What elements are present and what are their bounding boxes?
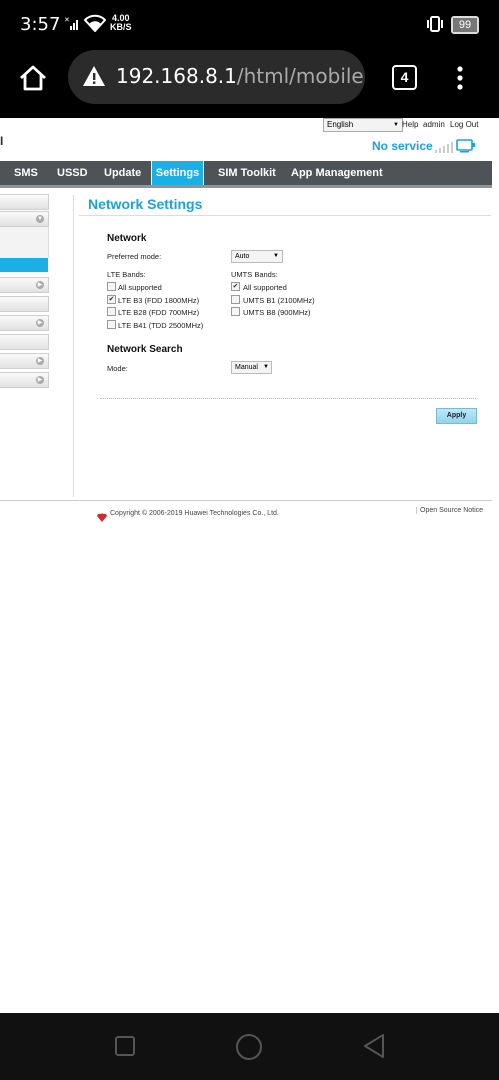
user-link[interactable]: admin [423, 120, 445, 129]
huawei-logo-icon [96, 509, 108, 527]
footer-divider [0, 500, 492, 501]
sidebar-item-active[interactable] [0, 258, 48, 272]
preferred-mode-label: Preferred mode: [107, 252, 162, 261]
warning-icon [82, 65, 106, 92]
network-search-heading: Network Search [107, 344, 183, 355]
home-nav-icon[interactable] [235, 1033, 263, 1066]
content-divider [73, 195, 74, 497]
lte-b28-label: LTE B28 (FDD 700MHz) [118, 308, 200, 317]
chevron-down-icon: ▼ [273, 253, 279, 259]
speed-unit: KB/S [110, 22, 132, 32]
umts-b1-checkbox[interactable] [231, 295, 240, 304]
language-value: English [327, 120, 354, 129]
connection-status: No service [372, 139, 433, 153]
help-link[interactable]: Help [402, 120, 418, 129]
sidebar-item[interactable]: ▶ [0, 353, 49, 369]
lte-all-label: All supported [118, 283, 162, 292]
sidebar-item[interactable]: ▶ [0, 277, 49, 293]
battery-icon: 99 [451, 16, 479, 34]
sidebar-item[interactable] [0, 296, 49, 312]
nav-sms[interactable]: SMS [14, 161, 38, 185]
status-bar: 3:57 ✕ 4.00 KB/S 99 [0, 0, 499, 50]
sidebar-item[interactable] [0, 194, 49, 210]
lte-bands-label: LTE Bands: [107, 270, 146, 279]
vibrate-icon [425, 14, 445, 39]
device-status-icon [456, 139, 476, 158]
copyright-text: Copyright © 2006-2019 Huawei Technologie… [110, 510, 279, 517]
nav-ussd[interactable]: USSD [57, 161, 88, 185]
tab-switcher-button[interactable]: 4 [392, 65, 417, 90]
network-heading: Network [107, 233, 147, 244]
nav-app-management[interactable]: App Management [291, 161, 383, 185]
lte-b3-label: LTE B3 (FDD 1800MHz) [118, 296, 200, 305]
page-title: Network Settings [88, 196, 203, 212]
chevron-right-icon: ▶ [36, 376, 44, 384]
search-mode-select[interactable]: Manual ▼ [231, 361, 272, 374]
nav-underline [0, 185, 492, 188]
apply-button[interactable]: Apply [436, 408, 477, 424]
sidebar-submenu [0, 227, 49, 258]
browser-toolbar: 192.168.8.1/html/mobilene 4 [0, 50, 499, 118]
chevron-right-icon: ▶ [36, 357, 44, 365]
sidebar-item[interactable] [0, 334, 49, 350]
sidebar-item[interactable]: ▼ [0, 211, 49, 227]
battery-level: 99 [453, 18, 477, 32]
lte-all-checkbox[interactable] [107, 282, 116, 291]
preferred-mode-select[interactable]: Auto ▼ [231, 250, 283, 263]
logout-link[interactable]: Log Out [450, 120, 478, 129]
umts-all-label: All supported [243, 283, 287, 292]
nav-sim-toolkit[interactable]: SIM Toolkit [218, 161, 276, 185]
mobile-signal-icon: ✕ [64, 16, 80, 33]
network-speed: 4.00 KB/S [110, 14, 132, 32]
brand-fragment: I [0, 134, 4, 148]
language-select[interactable]: English ▼ [323, 118, 403, 132]
form-separator [100, 398, 476, 399]
url-path: /html/mobilene [236, 64, 365, 88]
clock: 3:57 [20, 14, 61, 35]
back-icon[interactable] [362, 1033, 386, 1064]
home-icon[interactable] [18, 64, 48, 97]
chevron-right-icon: ▶ [36, 319, 44, 327]
lte-b41-label: LTE B41 (TDD 2500MHz) [118, 321, 204, 330]
url-host: 192.168.8.1 [116, 64, 237, 88]
address-bar[interactable]: 192.168.8.1/html/mobilene [68, 50, 365, 104]
chevron-down-icon: ▼ [263, 364, 269, 370]
sidebar-item[interactable]: ▶ [0, 315, 49, 331]
lte-b28-checkbox[interactable] [107, 307, 116, 316]
umts-b1-label: UMTS B1 (2100MHz) [243, 296, 315, 305]
svg-text:✕: ✕ [64, 17, 70, 24]
open-source-link[interactable]: Open Source Notice [416, 507, 483, 514]
search-mode-value: Manual [235, 364, 258, 371]
umts-bands-label: UMTS Bands: [231, 270, 278, 279]
umts-b8-checkbox[interactable] [231, 307, 240, 316]
signal-strength-icon [434, 140, 454, 158]
url-text: 192.168.8.1/html/mobilene [116, 64, 365, 88]
nav-settings[interactable]: Settings [151, 161, 204, 185]
main-nav: SMS USSD Update Settings SIM Toolkit App… [0, 161, 492, 185]
preferred-mode-value: Auto [235, 253, 250, 260]
system-nav-bar [0, 1013, 499, 1080]
chevron-right-icon: ▶ [36, 281, 44, 289]
wifi-icon [83, 14, 107, 37]
chevron-down-icon: ▼ [36, 215, 44, 223]
umts-b8-label: UMTS B8 (900MHz) [243, 308, 311, 317]
sidebar-item[interactable]: ▶ [0, 372, 49, 388]
title-underline [79, 215, 491, 216]
recents-icon[interactable] [114, 1035, 136, 1062]
lte-b3-checkbox[interactable]: ✔ [107, 295, 116, 304]
nav-update[interactable]: Update [104, 161, 141, 185]
umts-all-checkbox[interactable]: ✔ [231, 282, 240, 291]
chevron-down-icon: ▼ [393, 122, 399, 128]
lte-b41-checkbox[interactable] [107, 320, 116, 329]
search-mode-label: Mode: [107, 364, 128, 373]
more-menu-icon[interactable] [456, 65, 464, 96]
